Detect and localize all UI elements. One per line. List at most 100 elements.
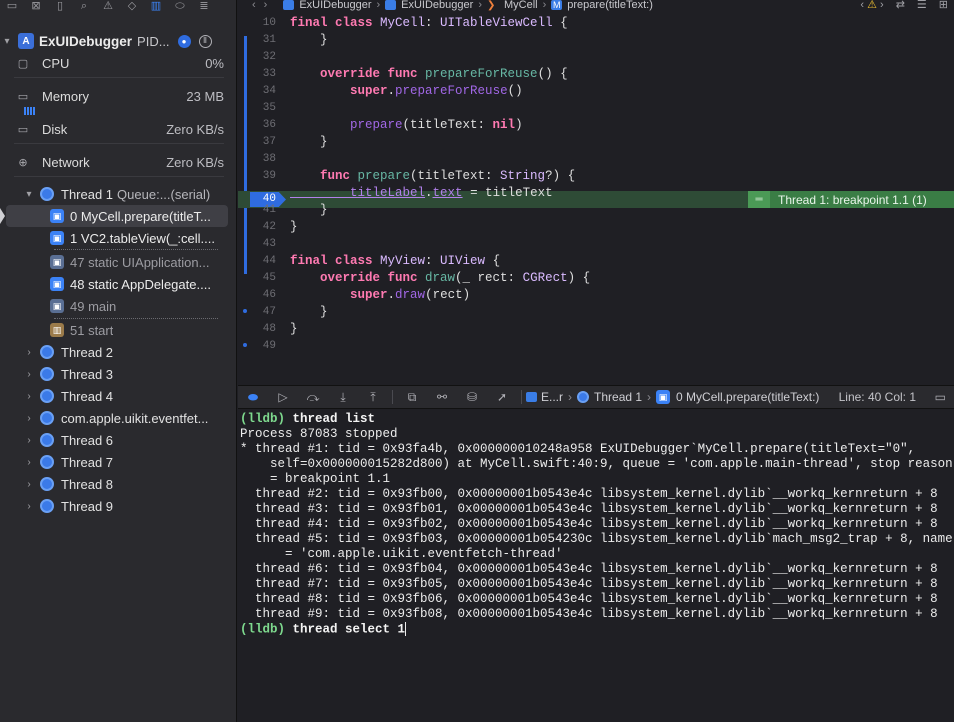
process-options-icon[interactable]: ⦀ xyxy=(198,34,212,48)
thread-row-9[interactable]: › Thread 9 xyxy=(0,495,236,517)
source-editor[interactable]: ‹› ExUIDebugger › ExUIDebugger › ❯ MyCel… xyxy=(238,0,954,382)
environment-overrides-icon[interactable]: ⛁ xyxy=(457,390,487,404)
view-debugger-icon[interactable]: ⧉ xyxy=(397,390,427,405)
source-control-icon[interactable]: ⊠ xyxy=(24,0,48,12)
add-editor-icon[interactable]: ⊞ xyxy=(939,0,948,11)
code-line[interactable]: 33 override func prepareForReuse() { xyxy=(238,65,954,82)
simulate-location-icon[interactable]: ➚ xyxy=(487,390,517,404)
chevron-right-icon[interactable]: › xyxy=(22,435,36,446)
code-line[interactable]: 32 xyxy=(238,48,954,65)
line-number[interactable]: 39 xyxy=(238,170,276,182)
line-number[interactable]: 10 xyxy=(238,17,276,29)
chevron-right-icon[interactable]: › xyxy=(22,501,36,512)
line-number[interactable]: 48 xyxy=(238,323,276,335)
folder-icon[interactable]: ▭ xyxy=(0,0,24,12)
breakpoints-toggle-icon[interactable]: ⬬ xyxy=(238,390,268,405)
related-items-icon[interactable]: ⇄ xyxy=(896,0,905,11)
jumpbar-symbol[interactable]: prepare(titleText:) xyxy=(567,0,653,11)
line-number[interactable]: 34 xyxy=(238,85,276,97)
thread-row-6[interactable]: › Thread 6 xyxy=(0,429,236,451)
line-number[interactable]: 47 xyxy=(238,306,276,318)
code-text[interactable]: } xyxy=(290,322,298,336)
toggle-variables-view-icon[interactable]: ▭ xyxy=(935,390,946,404)
process-row[interactable]: ▾ A ExUIDebugger PID... ● ⦀ xyxy=(0,30,236,52)
step-into-icon[interactable]: ⤓ xyxy=(328,390,358,405)
code-line[interactable]: 37 } xyxy=(238,133,954,150)
console-input-line[interactable]: (lldb) thread select 1 xyxy=(240,622,954,637)
issue-icon[interactable]: ⚠ xyxy=(96,0,120,12)
code-line[interactable]: 31 } xyxy=(238,31,954,48)
code-line[interactable]: 10 final class MyCell: UITableViewCell { xyxy=(238,14,954,31)
code-text[interactable]: final class MyView: UIView { xyxy=(290,254,500,268)
code-text[interactable]: } xyxy=(290,135,328,149)
issue-nav-icon[interactable]: ‹ ⚠ › xyxy=(860,0,883,11)
code-line[interactable]: 40 titleLabel.text = titleText xyxy=(238,184,954,201)
jumpbar-file[interactable]: MyCell xyxy=(504,0,538,11)
code-text[interactable]: super.draw(rect) xyxy=(290,288,470,302)
thread-row-7[interactable]: › Thread 7 xyxy=(0,451,236,473)
chevron-down-icon[interactable]: ▾ xyxy=(22,189,36,200)
step-out-icon[interactable]: ⤒ xyxy=(358,390,388,405)
bookmark-icon[interactable]: ▯ xyxy=(48,0,72,12)
debug-console[interactable]: (lldb) thread list Process 87083 stopped *… xyxy=(238,410,954,722)
code-text[interactable]: final class MyCell: UITableViewCell { xyxy=(290,16,568,30)
code-text[interactable]: } xyxy=(290,220,298,234)
line-number[interactable]: 35 xyxy=(238,102,276,114)
code-text[interactable]: func prepare(titleText: String?) { xyxy=(290,169,575,183)
breakpoint-line-number[interactable]: 40 xyxy=(250,192,276,207)
chevron-right-icon[interactable]: › xyxy=(22,413,36,424)
code-line[interactable]: 42} xyxy=(238,218,954,235)
thread-row-8[interactable]: › Thread 8 xyxy=(0,473,236,495)
gauge-network[interactable]: ⊕ Network Zero KB/s xyxy=(14,151,224,173)
code-text[interactable]: override func draw(_ rect: CGRect) { xyxy=(290,271,590,285)
chevron-down-icon[interactable]: ▾ xyxy=(0,36,14,47)
thread-row-1[interactable]: ▾ Thread 1 Queue:...(serial) xyxy=(0,183,236,205)
stack-frame-51[interactable]: ▥ 51 start xyxy=(50,319,228,341)
debug-crumb-project[interactable]: E...r xyxy=(526,390,563,404)
code-text[interactable]: super.prepareForReuse() xyxy=(290,84,523,98)
memory-graph-icon[interactable]: ⚯ xyxy=(427,390,457,404)
code-line[interactable]: 46 super.draw(rect) xyxy=(238,286,954,303)
line-number[interactable]: 45 xyxy=(238,272,276,284)
code-line[interactable]: 43 xyxy=(238,235,954,252)
breakpoint-icon[interactable]: ⬭ xyxy=(168,0,192,12)
jumpbar-project[interactable]: ExUIDebugger xyxy=(299,0,371,11)
chevron-right-icon[interactable]: › xyxy=(22,347,36,358)
debug-crumb-frame[interactable]: ▣ 0 MyCell.prepare(titleText:) xyxy=(656,390,819,404)
thread-row-3[interactable]: › Thread 3 xyxy=(0,363,236,385)
code-line[interactable]: 47 } xyxy=(238,303,954,320)
thread-row-4[interactable]: › Thread 4 xyxy=(0,385,236,407)
code-line[interactable]: 41 } xyxy=(238,201,954,218)
code-line[interactable]: 36 prepare(titleText: nil) xyxy=(238,116,954,133)
debug-crumb-thread[interactable]: Thread 1 xyxy=(577,390,642,404)
chevron-right-icon[interactable]: › xyxy=(22,479,36,490)
jumpbar-group[interactable]: ExUIDebugger xyxy=(401,0,473,11)
code-text[interactable]: titleLabel.text = titleText xyxy=(290,186,553,200)
chevron-right-icon[interactable]: › xyxy=(22,457,36,468)
code-line[interactable]: 38 xyxy=(238,150,954,167)
code-line[interactable]: 35 xyxy=(238,99,954,116)
continue-icon[interactable]: ▷ xyxy=(268,390,298,404)
step-over-icon[interactable]: ⤼ xyxy=(298,390,328,405)
stack-frame-49[interactable]: ▣ 49 main xyxy=(50,295,228,317)
line-number[interactable]: 43 xyxy=(238,238,276,250)
code-line[interactable]: 49 xyxy=(238,337,954,354)
thread-row-2[interactable]: › Thread 2 xyxy=(0,341,236,363)
code-line[interactable]: 34 super.prepareForReuse() xyxy=(238,82,954,99)
process-status-icon[interactable]: ● xyxy=(177,34,191,48)
stack-frame-0[interactable]: ▣ 0 MyCell.prepare(titleT... xyxy=(6,205,228,227)
report-icon[interactable]: ≣ xyxy=(192,0,216,12)
line-number[interactable]: 31 xyxy=(238,34,276,46)
line-number[interactable]: 32 xyxy=(238,51,276,63)
line-number[interactable]: 37 xyxy=(238,136,276,148)
editor-options-icon[interactable]: ☰ xyxy=(917,0,927,11)
debug-icon[interactable]: ▥ xyxy=(144,0,168,12)
gauge-cpu[interactable]: ▢ CPU 0% xyxy=(14,52,224,74)
line-number[interactable]: 38 xyxy=(238,153,276,165)
code-text[interactable]: } xyxy=(290,305,328,319)
stack-frame-48[interactable]: ▣ 48 static AppDelegate.... xyxy=(50,273,228,295)
gauge-disk[interactable]: ▭ Disk Zero KB/s xyxy=(14,118,224,140)
code-line[interactable]: 39 func prepare(titleText: String?) { xyxy=(238,167,954,184)
code-text[interactable]: override func prepareForReuse() { xyxy=(290,67,568,81)
test-icon[interactable]: ◇ xyxy=(120,0,144,12)
